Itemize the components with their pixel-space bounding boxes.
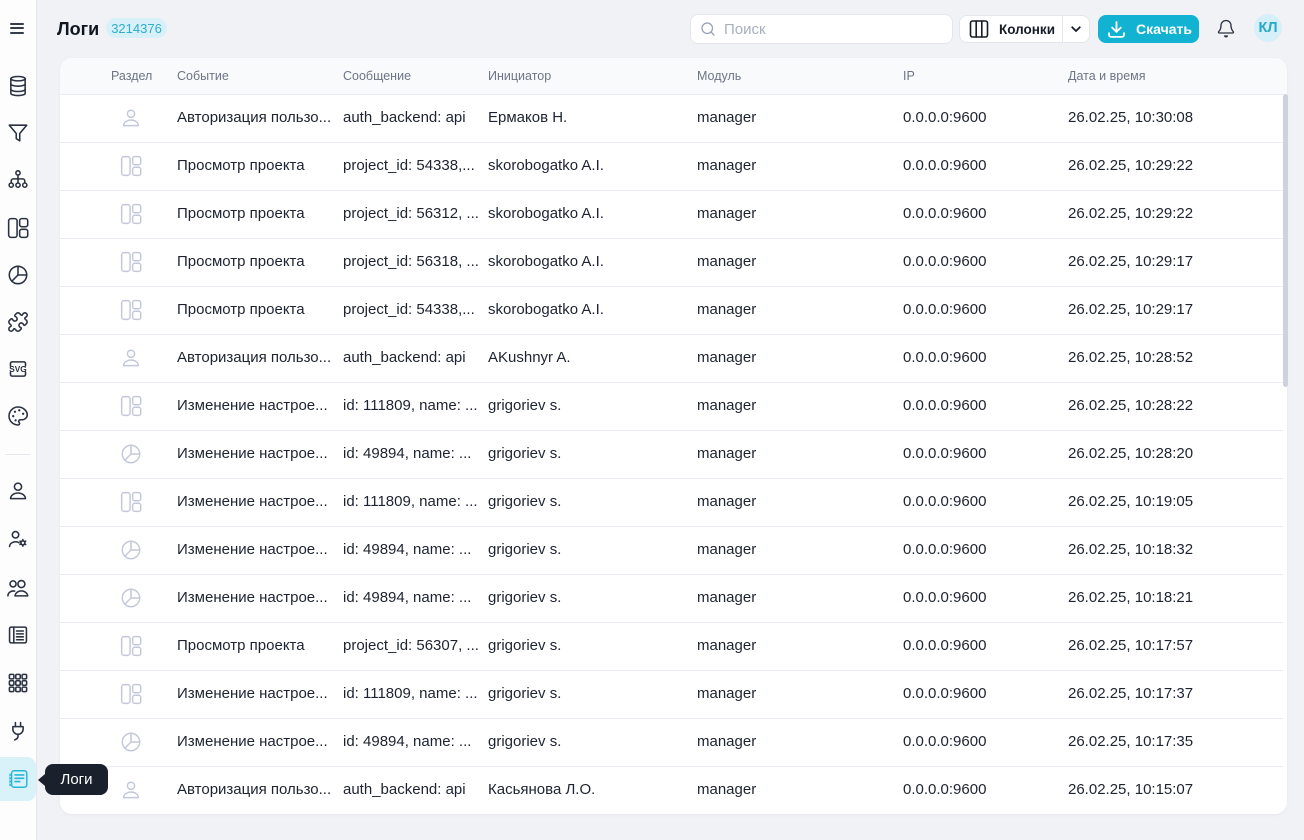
svg-text:SVG: SVG (9, 365, 26, 374)
